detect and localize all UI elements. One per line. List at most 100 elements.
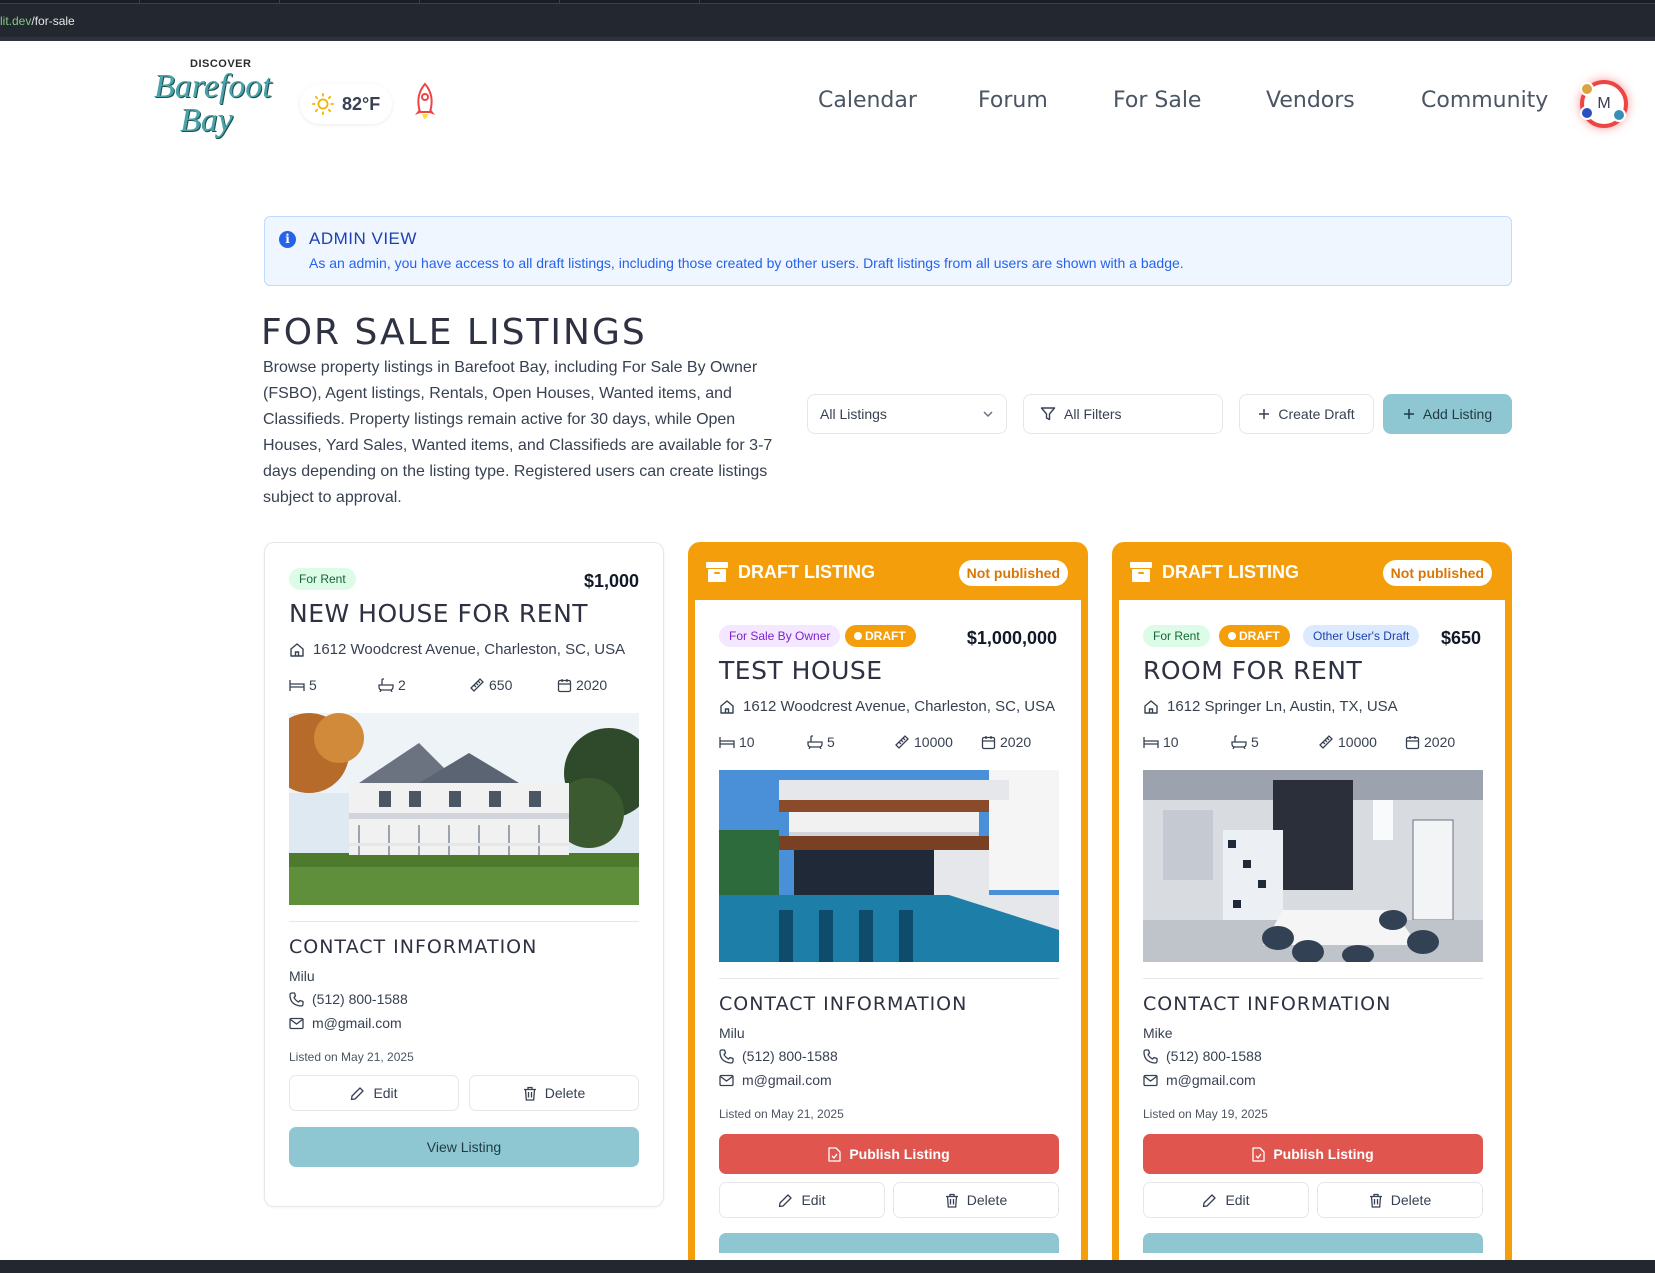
weather-widget: 82°F — [300, 84, 392, 124]
calendar-icon — [557, 678, 572, 693]
listing-photo[interactable] — [719, 770, 1059, 962]
user-avatar[interactable]: M — [1580, 80, 1628, 128]
beds-stat: 5 — [289, 677, 317, 693]
contact-phone[interactable]: (512) 800-1588 — [289, 991, 408, 1007]
rocket-icon[interactable] — [412, 82, 438, 126]
avatar-badge-icon — [1580, 82, 1594, 96]
view-listing-button[interactable]: View Listing — [289, 1127, 639, 1167]
delete-label: Delete — [1390, 1192, 1432, 1208]
add-listing-label: Add Listing — [1422, 406, 1493, 422]
avatar-badge-icon — [1580, 106, 1594, 120]
browser-bottom-bar — [0, 1260, 1655, 1273]
ruler-icon — [469, 677, 485, 693]
beds-value: 5 — [309, 677, 317, 693]
listing-photo[interactable] — [289, 713, 639, 905]
site-logo[interactable]: DISCOVER Barefoot Bay — [150, 56, 285, 146]
nav-calendar[interactable]: Calendar — [818, 88, 917, 113]
year-stat: 2020 — [1405, 734, 1455, 750]
listing-address: 1612 Woodcrest Avenue, Charleston, SC, U… — [719, 698, 1055, 715]
publish-listing-button[interactable]: Publish Listing — [719, 1134, 1059, 1174]
listing-type-select[interactable]: All Listings — [807, 394, 1007, 434]
delete-button[interactable]: Delete — [893, 1182, 1059, 1218]
baths-stat: 5 — [1231, 734, 1259, 750]
bath-icon — [807, 735, 823, 749]
sqft-stat: 10000 — [894, 734, 953, 750]
edit-label: Edit — [801, 1192, 826, 1208]
listing-card-body: For Sale By Owner DRAFT $1,000,000 TEST … — [695, 600, 1081, 1273]
trash-icon — [1369, 1193, 1383, 1208]
sqft-value: 650 — [489, 677, 513, 693]
listed-date: Listed on May 21, 2025 — [719, 1107, 844, 1121]
view-listing-label: View Listing — [426, 1139, 502, 1155]
trash-icon — [945, 1193, 959, 1208]
mail-icon — [289, 1017, 304, 1030]
calendar-icon — [981, 735, 996, 750]
publish-listing-button[interactable]: Publish Listing — [1143, 1134, 1483, 1174]
page-description: Browse property listings in Barefoot Bay… — [263, 359, 773, 506]
delete-button[interactable]: Delete — [1317, 1182, 1483, 1218]
url-host: lit.dev — [0, 14, 32, 28]
bed-icon — [1143, 735, 1159, 749]
pencil-icon — [778, 1193, 793, 1208]
baths-stat: 5 — [807, 734, 835, 750]
divider — [1143, 978, 1483, 979]
calendar-icon — [1405, 735, 1420, 750]
other-user-draft-badge: Other User's Draft — [1303, 625, 1420, 647]
edit-button[interactable]: Edit — [1143, 1182, 1309, 1218]
nav-forum[interactable]: Forum — [978, 88, 1048, 113]
listing-title: TEST HOUSE — [719, 656, 883, 685]
beds-value: 10 — [739, 734, 755, 750]
create-draft-label: Create Draft — [1278, 406, 1355, 422]
draft-badge: DRAFT — [1219, 625, 1290, 647]
delete-label: Delete — [966, 1192, 1008, 1208]
year-value: 2020 — [1000, 734, 1032, 750]
draft-title: DRAFT LISTING — [738, 562, 875, 582]
listing-photo[interactable] — [1143, 770, 1483, 962]
page-title: FOR SALE LISTINGS — [261, 312, 647, 353]
divider — [719, 978, 1059, 979]
baths-value: 2 — [398, 677, 406, 693]
site-header: DISCOVER Barefoot Bay 82°F Calendar Foru… — [0, 40, 1655, 170]
sun-icon — [312, 93, 334, 115]
address-bar[interactable]: lit.dev/for-sale — [0, 14, 75, 28]
beds-stat: 10 — [1143, 734, 1179, 750]
contact-heading: CONTACT INFORMATION — [1143, 993, 1392, 1015]
delete-button[interactable]: Delete — [469, 1075, 639, 1111]
sqft-stat: 10000 — [1318, 734, 1377, 750]
nav-for-sale[interactable]: For Sale — [1113, 88, 1201, 113]
listing-price: $1,000 — [583, 571, 639, 591]
not-published-badge: Not published — [1382, 560, 1492, 586]
all-filters-button[interactable]: All Filters — [1023, 394, 1223, 434]
nav-community[interactable]: Community — [1421, 88, 1548, 113]
contact-name: Milu — [719, 1025, 745, 1041]
home-icon — [289, 642, 305, 658]
view-listing-button[interactable] — [719, 1233, 1059, 1253]
draft-badge: DRAFT — [845, 625, 916, 647]
plus-icon — [1258, 408, 1270, 420]
category-badge: For Rent — [1143, 625, 1210, 647]
beds-value: 10 — [1163, 734, 1179, 750]
listing-card-body: For Rent DRAFT Other User's Draft $650 R… — [1119, 600, 1505, 1273]
contact-email[interactable]: m@gmail.com — [719, 1072, 832, 1088]
view-listing-button[interactable] — [1143, 1233, 1483, 1253]
divider — [289, 921, 639, 922]
add-listing-button[interactable]: Add Listing — [1383, 394, 1512, 434]
edit-button[interactable]: Edit — [719, 1182, 885, 1218]
bed-icon — [289, 678, 305, 692]
contact-email[interactable]: m@gmail.com — [1143, 1072, 1256, 1088]
pencil-icon — [1202, 1193, 1217, 1208]
mail-icon — [719, 1074, 734, 1087]
nav-vendors[interactable]: Vendors — [1266, 88, 1355, 113]
draft-listing-card: DRAFT LISTING Not published For Rent DRA… — [1112, 542, 1512, 1273]
edit-button[interactable]: Edit — [289, 1075, 459, 1111]
contact-heading: CONTACT INFORMATION — [289, 936, 538, 958]
contact-email[interactable]: m@gmail.com — [289, 1015, 402, 1031]
address-text: 1612 Springer Ln, Austin, TX, USA — [1167, 698, 1398, 715]
not-published-badge: Not published — [958, 560, 1068, 586]
create-draft-button[interactable]: Create Draft — [1239, 394, 1374, 434]
phone-icon — [719, 1048, 734, 1064]
contact-phone[interactable]: (512) 800-1588 — [719, 1048, 838, 1064]
archive-icon — [706, 562, 728, 582]
info-icon: i — [279, 231, 296, 248]
contact-phone[interactable]: (512) 800-1588 — [1143, 1048, 1262, 1064]
